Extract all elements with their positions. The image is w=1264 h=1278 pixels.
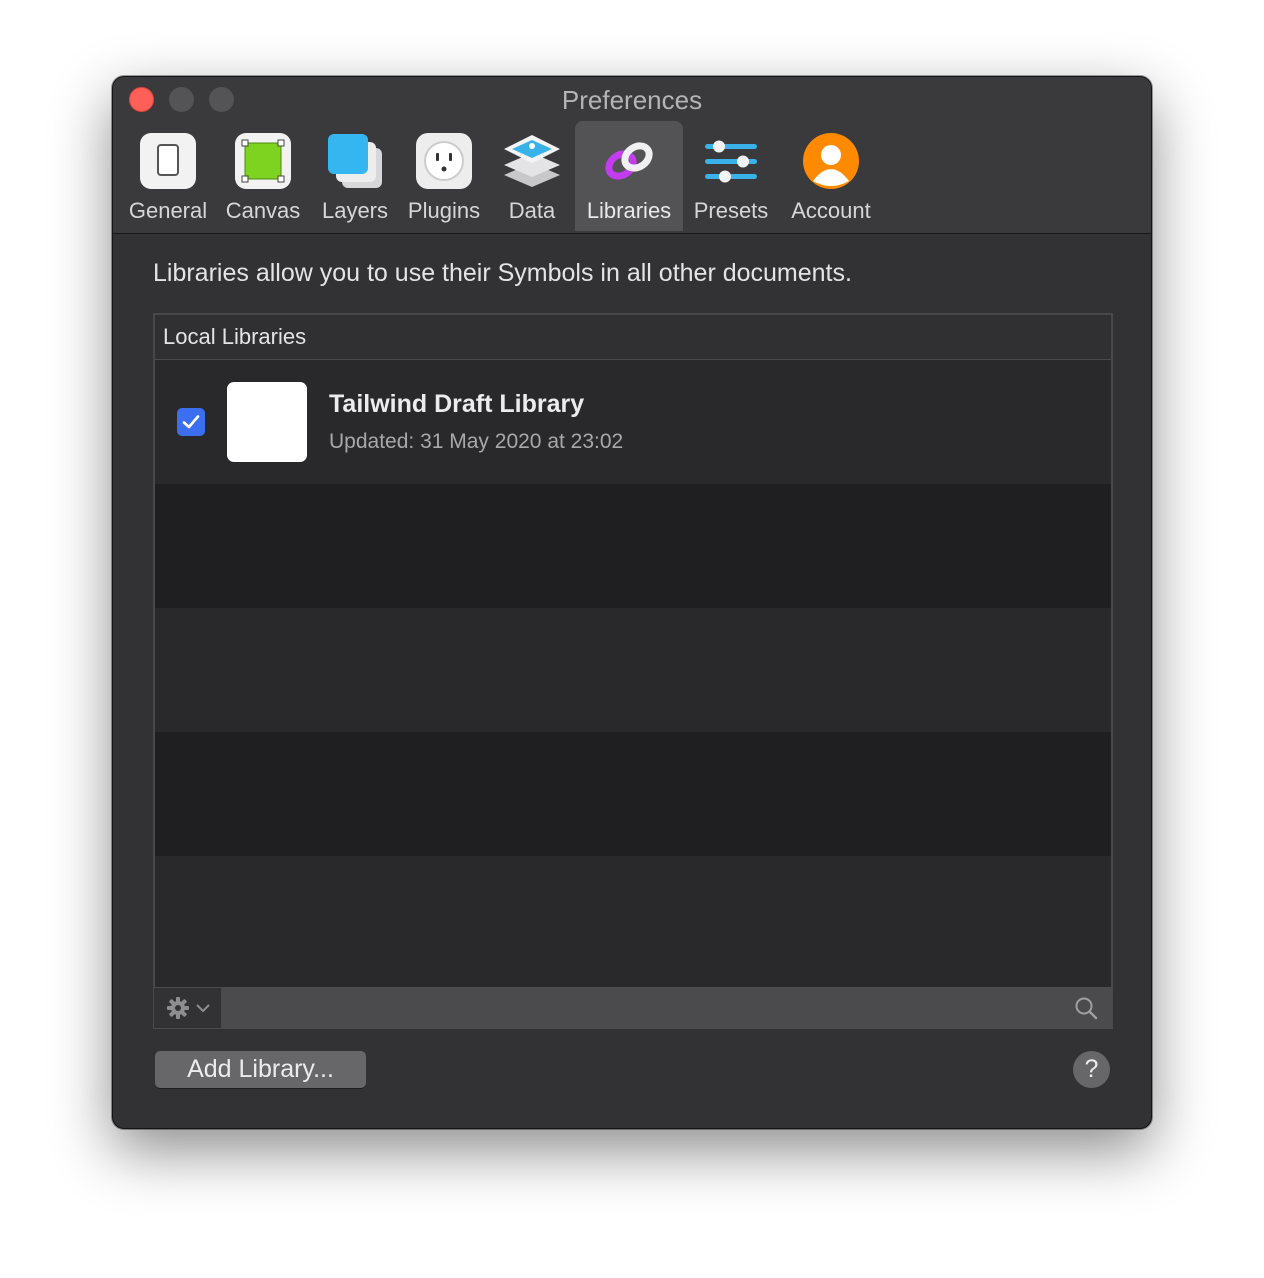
toolbar-tabs: General Canvas Layers Plugins Data Libra… <box>121 121 883 231</box>
canvas-icon <box>231 129 295 193</box>
tab-libraries[interactable]: Libraries <box>575 121 683 231</box>
tab-general[interactable]: General <box>121 121 215 231</box>
library-thumbnail <box>227 382 307 462</box>
tab-label: Account <box>791 198 871 223</box>
window-title: Preferences <box>561 85 703 115</box>
tab-layers[interactable]: Layers <box>311 121 399 231</box>
empty-row <box>155 608 1111 732</box>
gear-icon <box>166 997 189 1019</box>
tab-label: General <box>128 198 208 223</box>
search-wrapper <box>222 988 1112 1028</box>
list-bottom-bar <box>153 987 1113 1029</box>
checkmark-icon <box>182 415 200 429</box>
libraries-icon <box>597 129 661 193</box>
tab-data[interactable]: Data <box>489 121 575 231</box>
preferences-window: Preferences General Canvas Layers Plugin… <box>112 76 1152 1129</box>
general-icon <box>136 129 200 193</box>
gear-menu-button[interactable] <box>154 988 222 1028</box>
library-row[interactable]: Tailwind Draft Library Updated: 31 May 2… <box>155 360 1111 484</box>
libraries-list: Local Libraries Tailwind Draft Library U… <box>153 313 1113 1029</box>
library-updated-date: Updated: 31 May 2020 at 23:02 <box>329 430 624 453</box>
plugins-icon <box>412 129 476 193</box>
tab-label: Layers <box>321 198 389 223</box>
tab-account[interactable]: Account <box>779 121 883 231</box>
tab-label: Canvas <box>225 198 301 223</box>
add-library-button[interactable]: Add Library... <box>155 1051 366 1088</box>
tab-canvas[interactable]: Canvas <box>215 121 311 231</box>
tab-label: Data <box>508 198 556 223</box>
chevron-down-icon <box>195 1004 210 1013</box>
tab-label: Libraries <box>586 198 672 223</box>
empty-row <box>155 484 1111 608</box>
title-bar: Preferences General Canvas Layers Plugin… <box>113 77 1151 234</box>
empty-row <box>155 856 1111 980</box>
help-button[interactable]: ? <box>1073 1051 1110 1088</box>
empty-row <box>155 732 1111 856</box>
data-icon <box>500 129 564 193</box>
libraries-description: Libraries allow you to use their Symbols… <box>153 259 852 287</box>
presets-icon <box>699 129 763 193</box>
tab-label: Presets <box>693 198 769 223</box>
tab-label: Plugins <box>407 198 481 223</box>
library-enabled-checkbox[interactable] <box>177 408 205 436</box>
library-name: Tailwind Draft Library <box>329 390 585 418</box>
library-search-input[interactable] <box>222 988 1112 1028</box>
tab-presets[interactable]: Presets <box>683 121 779 231</box>
search-icon <box>1075 997 1098 1020</box>
tab-plugins[interactable]: Plugins <box>399 121 489 231</box>
account-icon <box>799 129 863 193</box>
layers-icon <box>323 129 387 193</box>
local-libraries-header: Local Libraries <box>155 315 1111 360</box>
